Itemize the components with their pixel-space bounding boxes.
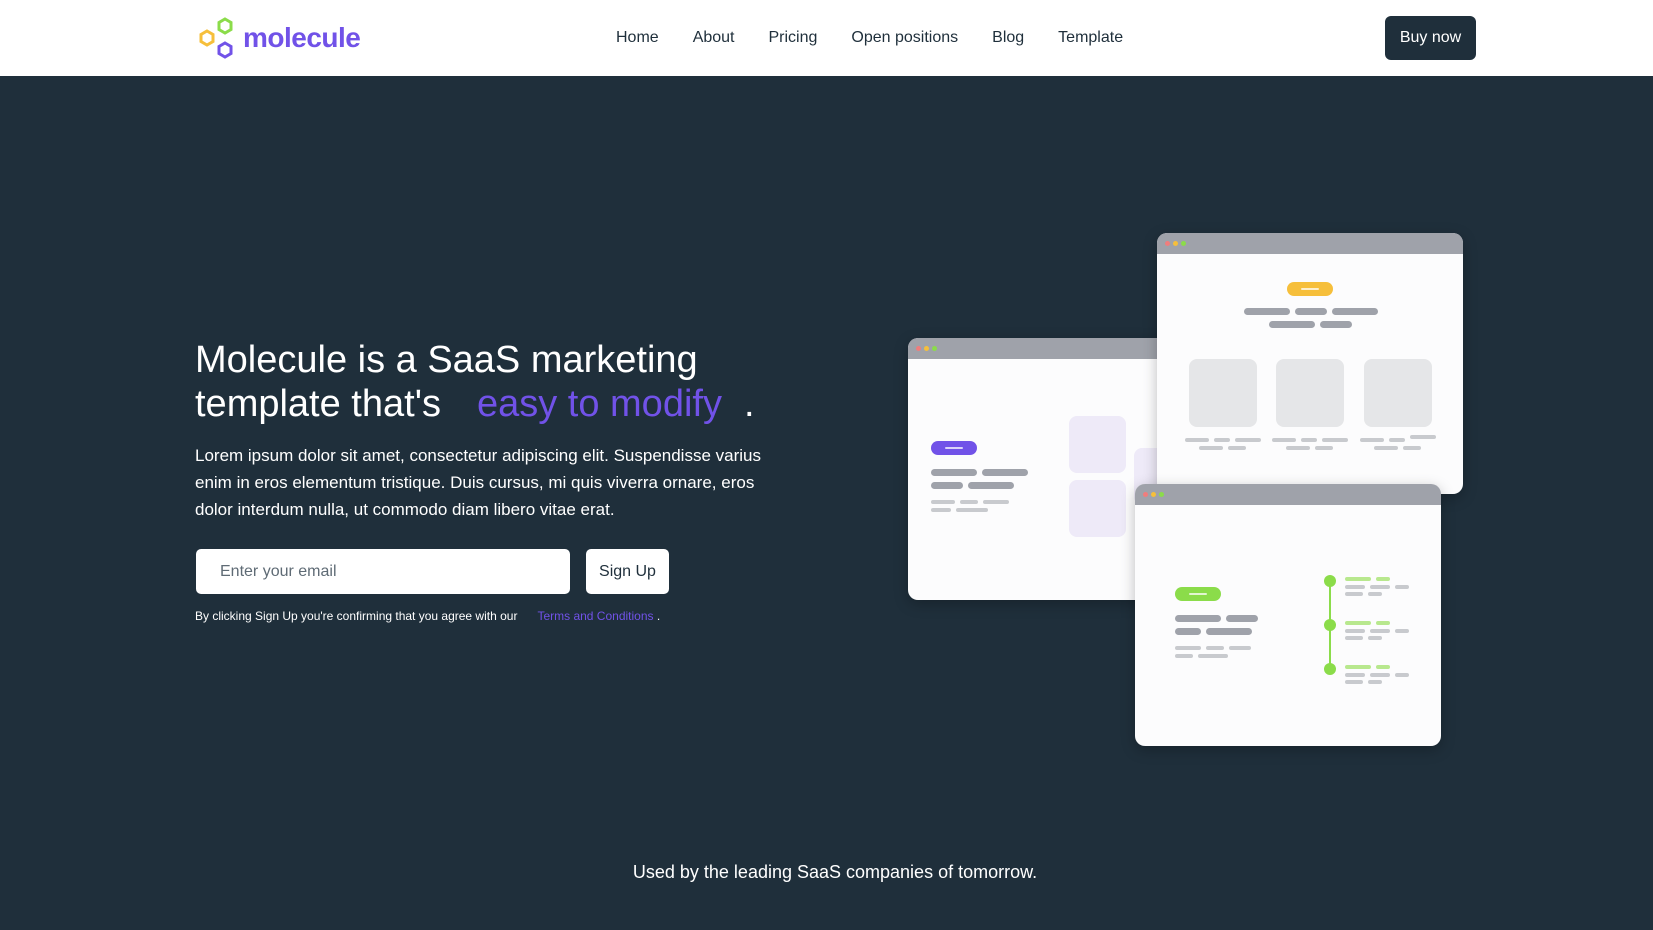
terms-link[interactable]: Terms and Conditions: [537, 609, 653, 623]
hero-description: Lorem ipsum dolor sit amet, consectetur …: [195, 446, 761, 519]
hero-title-end: .: [743, 383, 755, 425]
nav-blog[interactable]: Blog: [992, 29, 1024, 47]
nav-about[interactable]: About: [693, 29, 735, 47]
main-nav: Home About Pricing Open positions Blog T…: [616, 0, 1157, 76]
hero-title-line2: template that's: [195, 383, 441, 425]
terms-text: By clicking Sign Up you're confirming th…: [195, 609, 518, 623]
illustration-card: [1069, 416, 1126, 473]
illustration-window-top: [1157, 233, 1463, 494]
nav-open-positions[interactable]: Open positions: [851, 29, 958, 47]
hero-title: Molecule is a SaaS marketing template th…: [195, 338, 815, 426]
illustration-card: [1189, 359, 1257, 427]
terms-end: .: [656, 609, 661, 623]
illustration-card: [1276, 359, 1344, 427]
nav-home[interactable]: Home: [616, 29, 659, 47]
window-titlebar: [908, 338, 1178, 359]
buy-now-button[interactable]: Buy now: [1385, 16, 1476, 60]
brand-name: molecule: [243, 22, 361, 53]
brand-logo[interactable]: molecule: [195, 16, 361, 60]
molecule-hexagon-icon: [199, 17, 233, 59]
window-titlebar: [1135, 484, 1441, 505]
illustration-pill-yellow: [1287, 282, 1333, 296]
nav-template[interactable]: Template: [1058, 29, 1123, 47]
illustration-card: [1364, 359, 1432, 427]
illustration-card: [1069, 480, 1126, 537]
illustration-pill-green: [1175, 587, 1221, 601]
nav-pricing[interactable]: Pricing: [769, 29, 818, 47]
illustration-window-bottom: [1135, 484, 1441, 746]
hero-title-accent: easy to modify: [476, 383, 722, 425]
window-titlebar: [1157, 233, 1463, 254]
hero-title-line1: Molecule is a SaaS marketing: [195, 339, 698, 381]
social-proof-tagline: Used by the leading SaaS companies of to…: [632, 862, 1038, 882]
terms-notice: By clicking Sign Up you're confirming th…: [195, 609, 660, 623]
sign-up-button[interactable]: Sign Up: [585, 548, 670, 595]
illustration-pill-purple: [931, 441, 977, 455]
email-input[interactable]: [195, 548, 571, 595]
site-header: molecule Home About Pricing Open positio…: [0, 0, 1653, 76]
